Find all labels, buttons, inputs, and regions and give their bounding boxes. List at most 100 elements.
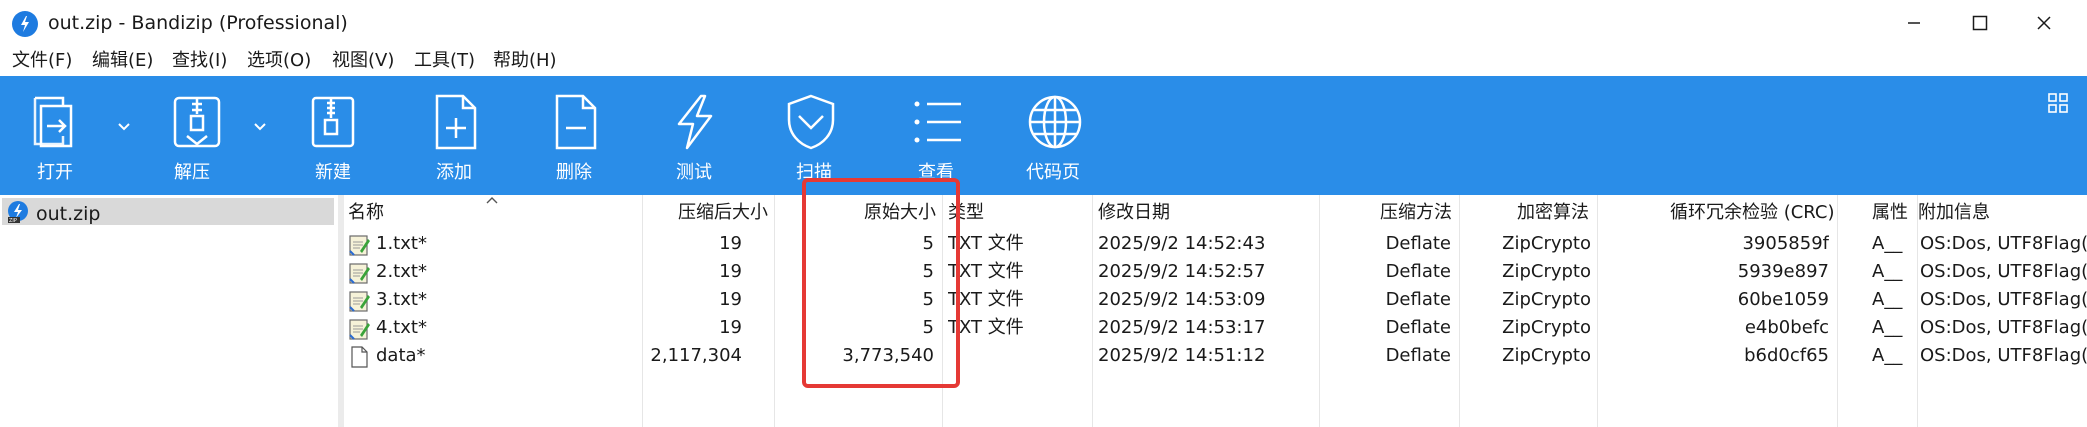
- cell-method: Deflate: [1385, 233, 1451, 254]
- add-file-icon: [435, 94, 477, 150]
- window-title: out.zip - Bandizip (Professional): [48, 12, 348, 34]
- cell-name: 2.txt*: [376, 261, 427, 282]
- cell-type: TXT 文件: [948, 233, 1024, 254]
- menu-options[interactable]: 选项(O): [247, 48, 311, 74]
- cell-modified: 2025/9/2 14:53:17: [1098, 317, 1266, 338]
- cell-packed: 19: [719, 233, 742, 254]
- sort-ascending-icon: [486, 197, 498, 204]
- cell-modified: 2025/9/2 14:52:57: [1098, 261, 1266, 282]
- column-header-encryption[interactable]: 加密算法: [1517, 201, 1589, 225]
- cell-extra: OS:Dos, UTF8Flag(b: [1920, 317, 2087, 338]
- cell-name: 4.txt*: [376, 317, 427, 338]
- cell-packed: 19: [719, 317, 742, 338]
- cell-modified: 2025/9/2 14:51:12: [1098, 345, 1266, 366]
- minimize-icon: [1908, 22, 1920, 24]
- cell-attr: A__: [1872, 317, 1903, 338]
- delete-label: 删除: [556, 162, 592, 183]
- delete-file-icon: [555, 94, 597, 150]
- extract-button[interactable]: 解压: [162, 76, 232, 195]
- test-lightning-icon: [677, 94, 713, 150]
- layout-grid-icon[interactable]: [2047, 92, 2069, 114]
- new-archive-icon: [311, 96, 355, 148]
- cell-modified: 2025/9/2 14:53:09: [1098, 289, 1266, 310]
- column-header-name[interactable]: 名称: [348, 201, 384, 225]
- scan-shield-icon: [787, 94, 835, 150]
- menu-view[interactable]: 视图(V): [332, 48, 394, 74]
- new-button[interactable]: 新建: [298, 76, 368, 195]
- column-header-modified[interactable]: 修改日期: [1098, 201, 1170, 225]
- menu-tools[interactable]: 工具(T): [414, 48, 475, 74]
- menu-edit[interactable]: 编辑(E): [92, 48, 153, 74]
- txt-file-icon: [349, 319, 370, 340]
- txt-file-icon: [349, 291, 370, 312]
- txt-file-icon: [349, 235, 370, 256]
- tree-item-label: out.zip: [36, 203, 101, 225]
- table-row[interactable]: 3.txt* 19 5 TXT 文件 2025/9/2 14:53:09 Deflate Z…: [344, 287, 2087, 315]
- cell-extra: OS:Dos, UTF8Flag(b: [1920, 289, 2087, 310]
- cell-modified: 2025/9/2 14:52:43: [1098, 233, 1266, 254]
- txt-file-icon: [349, 263, 370, 284]
- cell-extra: OS:Dos, UTF8Flag(b: [1920, 233, 2087, 254]
- cell-encryption: ZipCrypto: [1502, 233, 1591, 254]
- column-header-attributes[interactable]: 属性: [1872, 201, 1908, 225]
- column-header-extra-info[interactable]: 附加信息: [1918, 201, 1990, 225]
- cell-crc: e4b0befc: [1744, 317, 1829, 338]
- menu-find[interactable]: 查找(I): [172, 48, 227, 74]
- maximize-icon: [1972, 15, 1988, 31]
- codepage-button[interactable]: 代码页: [1020, 76, 1090, 195]
- cell-attr: A__: [1872, 345, 1903, 366]
- cell-extra: OS:Dos, UTF8Flag(b: [1920, 261, 2087, 282]
- folder-tree: ZIP out.zip: [0, 195, 338, 427]
- table-row[interactable]: 4.txt* 19 5 TXT 文件 2025/9/2 14:53:17 Deflate Z…: [344, 315, 2087, 343]
- cell-crc: 5939e897: [1737, 261, 1829, 282]
- open-label: 打开: [37, 162, 73, 183]
- svg-text:ZIP: ZIP: [9, 218, 17, 224]
- cell-packed: 19: [719, 261, 742, 282]
- cell-name: 3.txt*: [376, 289, 427, 310]
- cell-encryption: ZipCrypto: [1502, 345, 1591, 366]
- cell-name: 1.txt*: [376, 233, 427, 254]
- menu-file[interactable]: 文件(F): [12, 48, 72, 74]
- cell-packed: 19: [719, 289, 742, 310]
- delete-button[interactable]: 删除: [540, 76, 610, 195]
- cell-crc: 60be1059: [1737, 289, 1829, 310]
- cell-method: Deflate: [1385, 317, 1451, 338]
- cell-encryption: ZipCrypto: [1502, 317, 1591, 338]
- add-label: 添加: [436, 162, 472, 183]
- column-header-method[interactable]: 压缩方法: [1380, 201, 1452, 225]
- table-row[interactable]: 1.txt* 19 5 TXT 文件 2025/9/2 14:52:43 Deflate Z…: [344, 231, 2087, 259]
- test-label: 测试: [676, 162, 712, 183]
- menu-bar: 文件(F) 编辑(E) 查找(I) 选项(O) 视图(V) 工具(T) 帮助(H…: [0, 46, 2087, 76]
- file-list: 名称 压缩后大小 原始大小 类型 修改日期 压缩方法 加密算法 循环冗余检验 (…: [344, 195, 2087, 427]
- cell-crc: b6d0cf65: [1744, 345, 1829, 366]
- cell-attr: A__: [1872, 233, 1903, 254]
- bandizip-logo-icon: [12, 11, 38, 37]
- column-header-packed-size[interactable]: 压缩后大小: [678, 201, 768, 225]
- table-row[interactable]: data* 2,117,304 3,773,540 2025/9/2 14:51:12…: [344, 343, 2087, 371]
- cell-encryption: ZipCrypto: [1502, 261, 1591, 282]
- toolbar: 打开 解压 新建 添加 删除 测试 扫描 查看 代码页: [0, 76, 2087, 195]
- open-dropdown-chevron-icon[interactable]: [114, 116, 134, 136]
- open-icon: [33, 96, 73, 148]
- test-button[interactable]: 测试: [660, 76, 730, 195]
- new-label: 新建: [315, 162, 351, 183]
- table-row[interactable]: 2.txt* 19 5 TXT 文件 2025/9/2 14:52:57 Deflate Z…: [344, 259, 2087, 287]
- column-header-crc[interactable]: 循环冗余检验 (CRC): [1670, 201, 1835, 225]
- view-list-icon: [914, 101, 961, 143]
- cell-crc: 3905859f: [1742, 233, 1829, 254]
- cell-name: data*: [376, 345, 426, 366]
- cell-type: TXT 文件: [948, 289, 1024, 310]
- open-button[interactable]: 打开: [22, 76, 92, 195]
- codepage-globe-icon: [1028, 95, 1082, 149]
- add-button[interactable]: 添加: [420, 76, 490, 195]
- title-bar: out.zip - Bandizip (Professional): [0, 0, 2087, 46]
- close-button[interactable]: [2000, 0, 2087, 46]
- cell-extra: OS:Dos, UTF8Flag(b: [1920, 345, 2087, 366]
- cell-type: TXT 文件: [948, 261, 1024, 282]
- codepage-label: 代码页: [1026, 162, 1080, 183]
- menu-help[interactable]: 帮助(H): [493, 48, 557, 74]
- close-icon: [2036, 16, 2051, 30]
- cell-method: Deflate: [1385, 261, 1451, 282]
- tree-item-out-zip[interactable]: ZIP out.zip: [2, 198, 334, 225]
- extract-dropdown-chevron-icon[interactable]: [250, 116, 270, 136]
